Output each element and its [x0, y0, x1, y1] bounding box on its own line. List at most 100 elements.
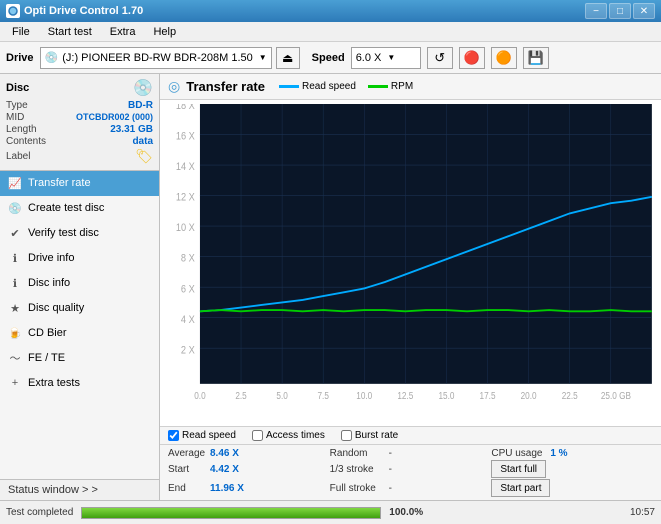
- nav-label-transfer-rate: Transfer rate: [28, 177, 91, 189]
- rpm-legend-label: RPM: [391, 81, 413, 92]
- status-window-label: Status window > >: [8, 484, 98, 496]
- random-label: Random: [330, 448, 385, 459]
- disc-mid-value: OTCBDR002 (000): [76, 112, 153, 123]
- avg-value: 8.46 X: [210, 448, 250, 459]
- stats-area: Average 8.46 X Random - CPU usage 1 % St…: [160, 444, 661, 500]
- maximize-button[interactable]: □: [609, 3, 631, 19]
- chart-legend: Read speed RPM: [279, 81, 413, 92]
- access-times-checkbox[interactable]: [252, 430, 263, 441]
- disc-contents-label: Contents: [6, 136, 46, 147]
- drive-icon: 💿: [45, 51, 59, 64]
- svg-text:2 X: 2 X: [181, 345, 195, 357]
- nav-label-fe-te: FE / TE: [28, 352, 65, 364]
- full-stroke-label: Full stroke: [330, 483, 385, 494]
- chart-controls: Read speed Access times Burst rate: [160, 426, 661, 444]
- nav-label-disc-info: Disc info: [28, 277, 70, 289]
- svg-text:4 X: 4 X: [181, 314, 195, 326]
- read-speed-checkbox-item: Read speed: [168, 430, 236, 441]
- transfer-rate-chart: 18 X 16 X 14 X 12 X 10 X 8 X 6 X 4 X 2 X…: [164, 104, 657, 422]
- transfer-rate-icon: 📈: [8, 176, 22, 190]
- progress-bar-fill: [82, 508, 380, 518]
- progress-bar: [81, 507, 381, 519]
- start-part-cell: Start part: [491, 479, 653, 497]
- menu-help[interactable]: Help: [145, 24, 184, 40]
- svg-text:10 X: 10 X: [176, 222, 195, 234]
- nav-transfer-rate[interactable]: 📈 Transfer rate: [0, 171, 159, 196]
- nav-drive-info[interactable]: ℹ Drive info: [0, 246, 159, 271]
- svg-text:17.5: 17.5: [480, 390, 496, 401]
- eject-button[interactable]: ⏏: [276, 47, 300, 69]
- disc-type-value: BD-R: [128, 100, 153, 111]
- svg-text:7.5: 7.5: [317, 390, 328, 401]
- close-button[interactable]: ✕: [633, 3, 655, 19]
- disc-quality-icon: ★: [8, 301, 22, 315]
- start-full-button[interactable]: Start full: [491, 460, 546, 478]
- read-speed-legend-label: Read speed: [302, 81, 356, 92]
- svg-text:0.0: 0.0: [194, 390, 205, 401]
- svg-text:16 X: 16 X: [176, 131, 195, 143]
- stats-row-3: End 11.96 X Full stroke - Start part: [168, 479, 653, 497]
- nav-extra-tests[interactable]: + Extra tests: [0, 371, 159, 396]
- access-times-checkbox-item: Access times: [252, 430, 325, 441]
- svg-text:14 X: 14 X: [176, 161, 195, 173]
- fe-te-icon: 〜: [8, 351, 22, 365]
- nav-label-verify-test-disc: Verify test disc: [28, 227, 99, 239]
- drive-select[interactable]: 💿 (J:) PIONEER BD-RW BDR-208M 1.50 ▼: [40, 47, 272, 69]
- menu-file[interactable]: File: [4, 24, 38, 40]
- random-value: -: [389, 448, 429, 459]
- stats-row-2: Start 4.42 X 1/3 stroke - Start full: [168, 460, 653, 478]
- start-value: 4.42 X: [210, 464, 250, 475]
- svg-text:15.0: 15.0: [438, 390, 454, 401]
- cpu-label: CPU usage: [491, 448, 546, 459]
- nav-disc-quality[interactable]: ★ Disc quality: [0, 296, 159, 321]
- disc-color-button[interactable]: 🔴: [459, 47, 485, 69]
- onethird-cell: 1/3 stroke -: [330, 464, 492, 475]
- disc-contents-value: data: [132, 136, 153, 147]
- start-cell: Start 4.42 X: [168, 464, 330, 475]
- svg-text:8 X: 8 X: [181, 253, 195, 265]
- cpu-cell: CPU usage 1 %: [491, 448, 653, 459]
- speed-select[interactable]: 6.0 X ▼: [351, 47, 421, 69]
- avg-cell: Average 8.46 X: [168, 448, 330, 459]
- menu-extra[interactable]: Extra: [102, 24, 144, 40]
- read-speed-checkbox-label: Read speed: [182, 430, 236, 441]
- avg-label: Average: [168, 448, 206, 459]
- stats-row-1: Average 8.46 X Random - CPU usage 1 %: [168, 448, 653, 459]
- menu-start-test[interactable]: Start test: [40, 24, 100, 40]
- svg-text:12.5: 12.5: [397, 390, 413, 401]
- sidebar-nav: 📈 Transfer rate 💿 Create test disc ✔ Ver…: [0, 171, 159, 479]
- drive-info-icon: ℹ: [8, 251, 22, 265]
- chart-area: ◎ Transfer rate Read speed RPM: [160, 74, 661, 500]
- disc-panel-title: Disc: [6, 82, 29, 94]
- nav-cd-bier[interactable]: 🍺 CD Bier: [0, 321, 159, 346]
- progress-percent: 100.0%: [389, 507, 423, 518]
- disc-panel-icon: 💿: [133, 78, 153, 98]
- save-button[interactable]: 💾: [523, 47, 549, 69]
- status-window-button[interactable]: Status window > >: [0, 479, 159, 500]
- nav-fe-te[interactable]: 〜 FE / TE: [0, 346, 159, 371]
- onethird-label: 1/3 stroke: [330, 464, 385, 475]
- nav-disc-info[interactable]: ℹ Disc info: [0, 271, 159, 296]
- drive-label: Drive: [6, 52, 34, 64]
- minimize-button[interactable]: −: [585, 3, 607, 19]
- nav-create-test-disc[interactable]: 💿 Create test disc: [0, 196, 159, 221]
- disc-length-value: 23.31 GB: [110, 124, 153, 135]
- start-part-button[interactable]: Start part: [491, 479, 550, 497]
- disc-type-label: Type: [6, 100, 28, 111]
- create-test-disc-icon: 💿: [8, 201, 22, 215]
- onethird-value: -: [389, 464, 429, 475]
- burst-rate-checkbox[interactable]: [341, 430, 352, 441]
- status-time: 10:57: [630, 507, 655, 518]
- svg-text:25.0 GB: 25.0 GB: [601, 390, 631, 401]
- status-bar: Test completed 100.0% 10:57: [0, 500, 661, 524]
- speed-label: Speed: [312, 52, 345, 64]
- disc-color2-button[interactable]: 🟠: [491, 47, 517, 69]
- nav-verify-test-disc[interactable]: ✔ Verify test disc: [0, 221, 159, 246]
- refresh-button[interactable]: ↺: [427, 47, 453, 69]
- end-value: 11.96 X: [210, 483, 250, 494]
- svg-text:2.5: 2.5: [235, 390, 246, 401]
- read-speed-checkbox[interactable]: [168, 430, 179, 441]
- disc-length-label: Length: [6, 124, 37, 135]
- start-label: Start: [168, 464, 206, 475]
- burst-rate-checkbox-label: Burst rate: [355, 430, 398, 441]
